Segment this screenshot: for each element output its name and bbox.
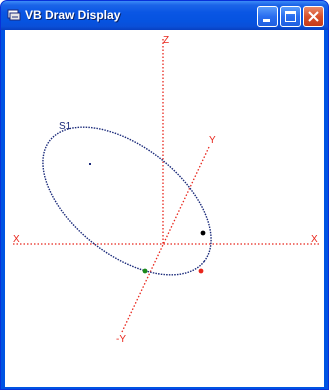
drawing-area[interactable]: Z Y -Y X X S1 — [5, 30, 324, 387]
z-axis-label: Z — [163, 35, 169, 46]
x-axis-label-right: X — [311, 234, 318, 245]
minimize-button[interactable] — [257, 6, 278, 27]
neg-y-axis-label: -Y — [116, 334, 126, 345]
curve-s1 — [42, 126, 212, 276]
maximize-icon — [285, 11, 296, 22]
window-title: VB Draw Display — [25, 8, 121, 22]
marker-black — [200, 230, 206, 236]
app-icon[interactable] — [7, 8, 21, 22]
x-axis-label-left: X — [13, 234, 20, 245]
minimize-icon — [263, 19, 270, 22]
title-bar[interactable]: VB Draw Display — [1, 1, 328, 30]
marker-green — [142, 268, 148, 274]
y-axis-label: Y — [209, 135, 216, 146]
y-axis — [121, 146, 210, 333]
drawing-canvas: Z Y -Y X X S1 — [13, 35, 319, 345]
curve-label: S1 — [59, 121, 72, 132]
app-window: VB Draw Display Z Y -Y X X S1 — [0, 0, 329, 390]
center-point — [89, 163, 91, 165]
marker-red — [198, 268, 204, 274]
close-button[interactable] — [303, 6, 324, 27]
maximize-button[interactable] — [280, 6, 301, 27]
close-icon — [308, 11, 319, 22]
